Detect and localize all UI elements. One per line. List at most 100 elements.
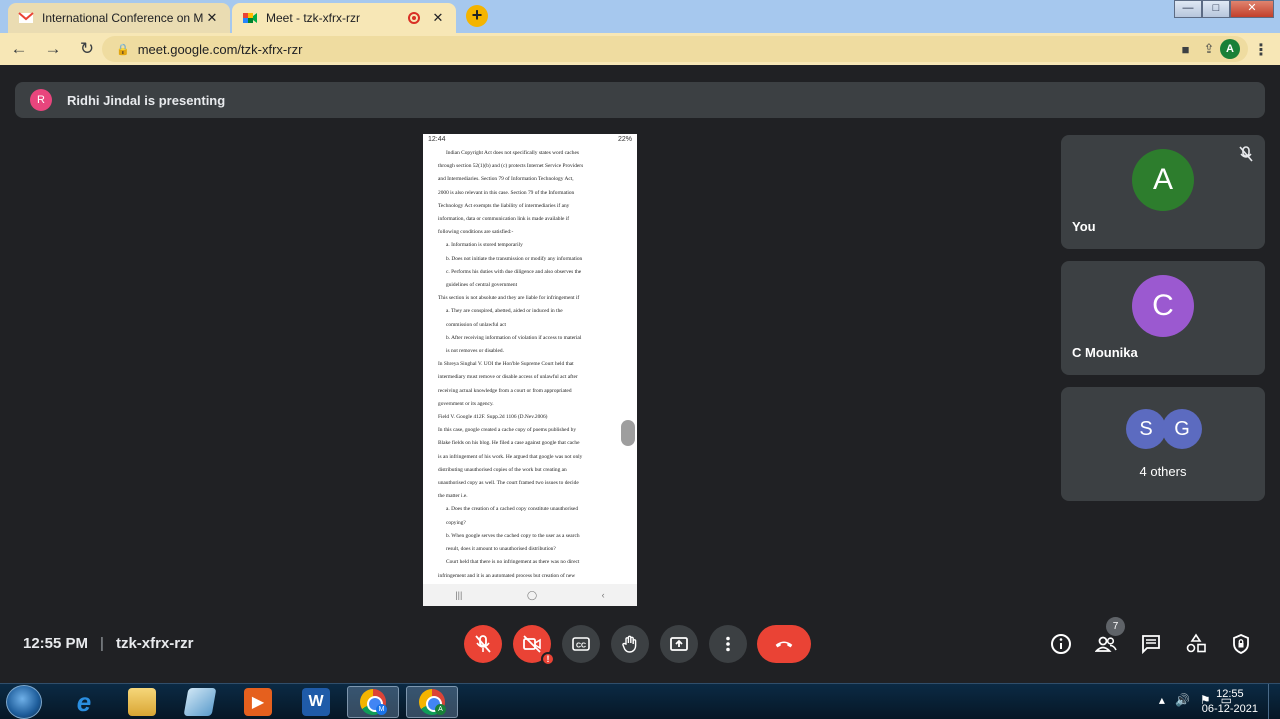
meeting-details-button[interactable] [1048,631,1074,657]
phone-battery-level: 22% [617,136,632,143]
windows-taskbar: e ▶ W M A ▴ 🔊 ⚑ ▭ 12:55 06-12-2021 [0,683,1280,719]
shared-screen: 12:44 22% Indian Copyright Act does not … [423,134,637,606]
clock-time: 12:55 [1216,688,1244,700]
start-button-icon[interactable] [6,685,42,719]
tab-close-icon[interactable]: ✕ [430,10,446,26]
maximize-button[interactable]: □ [1202,0,1230,18]
microphone-button[interactable] [464,625,502,663]
taskbar-notes[interactable] [174,686,226,718]
forward-arrow-icon[interactable]: → [38,39,68,59]
document-line: b. After receiving information of violat… [446,334,582,341]
minimize-button[interactable]: — [1174,0,1202,18]
participant-tile-you[interactable]: A You [1061,135,1265,249]
recording-icon [408,12,420,24]
phone-status-time: 12:44 [428,136,446,143]
tab-close-icon[interactable]: ✕ [204,10,220,26]
document-line: a. They are conspired, abetted, aided or… [446,308,563,315]
document-line: b. Does not initiate the transmission or… [446,255,583,262]
reload-icon[interactable]: ↻ [72,39,102,59]
document-line: and Intermediaries. Section 79 of Inform… [438,176,574,183]
activities-shapes-icon [1186,633,1206,653]
tab-meet[interactable]: Meet - tzk-xfrx-rzr ✕ [232,3,456,33]
taskbar-word[interactable]: W [290,686,342,718]
document-line: Indian Copyright Act does not specifical… [446,150,579,156]
camera-button[interactable]: ! [513,625,555,666]
document-line: the matter i.e. [438,493,468,500]
people-icon [1095,636,1117,652]
taskbar-clock[interactable]: 12:55 06-12-2021 [1202,687,1258,717]
participant-tile-others[interactable]: S G 4 others [1061,387,1265,501]
volume-icon[interactable]: 🔊 [1175,693,1190,707]
raise-hand-button[interactable] [611,625,649,663]
camera-error-badge: ! [541,652,555,666]
taskbar-file-explorer[interactable] [116,686,168,718]
taskbar-internet-explorer[interactable]: e [58,686,110,718]
camera-off-icon [523,635,541,653]
meet-icon [243,13,257,23]
document-line: commission of unlawful act [446,321,507,328]
present-screen-icon [670,637,688,651]
people-button[interactable] [1093,631,1119,657]
leave-call-button[interactable] [757,625,811,663]
profile-avatar[interactable]: A [1220,39,1240,59]
document-line: following conditions are satisfied:- [438,229,514,236]
document-line: 2000 is also relevant in this case. Sect… [438,189,575,196]
document-line: c. Performs his duties with due diligenc… [446,268,582,275]
taskbar-chrome-profile-a[interactable]: A [406,686,458,718]
document-line: government or its agency. [438,400,494,407]
close-window-button[interactable]: ✕ [1230,0,1274,18]
taskbar-chrome-profile-m[interactable]: M [347,686,399,718]
host-controls-button[interactable] [1228,631,1254,657]
document-line: b. When google serves the cached copy to… [446,532,580,539]
phone-status-bar: 12:44 22% [423,134,637,146]
address-bar[interactable]: 🔒 meet.google.com/tzk-xfrx-rzr ■ ⇪ ☆ [102,36,1248,62]
more-options-button[interactable] [709,625,747,663]
hang-up-icon [775,641,793,648]
document-line: is an infringement of his work. He argue… [438,453,583,460]
presenter-avatar: R [30,89,52,111]
browser-toolbar: ← → ↻ 🔒 meet.google.com/tzk-xfrx-rzr ■ ⇪… [0,33,1280,65]
separator: | [100,635,104,652]
participant-tile-c-mounika[interactable]: C C Mounika [1061,261,1265,375]
mic-off-icon [475,635,491,653]
folder-icon [128,688,156,716]
camera-in-use-icon[interactable]: ■ [1182,42,1190,57]
meeting-code[interactable]: tzk-xfrx-rzr [116,635,194,652]
participant-avatar: C [1132,275,1194,337]
scroll-handle[interactable] [621,420,635,446]
document-line: Technology Act exempts the liability of … [438,202,570,209]
clock-date: 06-12-2021 [1201,703,1258,715]
participant-avatar: S [1126,409,1166,449]
show-desktop-button[interactable] [1268,684,1280,719]
share-icon[interactable]: ⇪ [1203,41,1214,57]
tab-title: Meet - tzk-xfrx-rzr [266,11,360,25]
show-hidden-icons-icon[interactable]: ▴ [1159,693,1165,707]
activities-button[interactable] [1183,631,1209,657]
notes-icon [183,688,217,716]
taskbar-media-player[interactable]: ▶ [232,686,284,718]
window-controls: — □ ✕ [1174,0,1274,18]
hand-icon [622,635,637,653]
document-line: through section 52(1)(b) and (c) protect… [438,163,584,170]
phone-nav-bar: ||| ◯ ‹ [423,584,637,606]
lock-icon: 🔒 [116,43,130,56]
media-player-icon: ▶ [244,688,272,716]
present-now-button[interactable] [660,625,698,663]
chat-button[interactable] [1138,631,1164,657]
document-line: Field V. Google 412F. Supp.2d 1106 (D.Ne… [438,414,548,421]
chat-icon [1142,635,1160,655]
new-tab-button[interactable]: + [466,5,488,27]
document-line: a. Information is stored temporarily [446,242,523,249]
gmail-icon [18,12,34,23]
participant-avatar: G [1162,409,1202,449]
document-line: intermediary must remove or disable acce… [438,374,578,381]
participant-name: You [1072,219,1096,234]
back-arrow-icon[interactable]: ← [4,39,34,59]
closed-captions-icon: CC [572,637,590,651]
shield-lock-icon [1233,634,1249,654]
tab-conference[interactable]: International Conference on Mult ✕ [8,3,230,33]
captions-button[interactable]: CC [562,625,600,663]
document-line: In this case, google created a cache cop… [438,427,577,434]
others-label: 4 others [1139,464,1187,479]
browser-menu-icon[interactable]: ⋮ [1253,40,1269,60]
